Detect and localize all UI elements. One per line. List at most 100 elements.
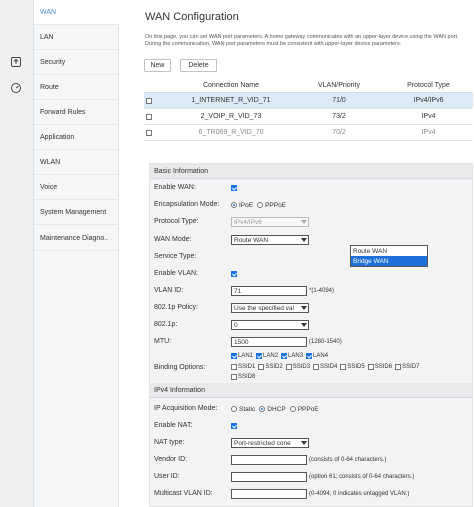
wan-mode-label: WAN Mode: <box>154 236 192 243</box>
binding-ssid8-checkbox[interactable] <box>231 374 237 380</box>
encap-pppoe-radio[interactable] <box>257 202 264 208</box>
binding-ssid7-label: SSID7 <box>402 364 420 370</box>
8021p-policy-select[interactable]: Use the specified val <box>231 303 309 313</box>
binding-ssid3-checkbox[interactable] <box>285 364 292 370</box>
chevron-down-icon <box>301 323 307 327</box>
row-checkbox[interactable] <box>146 113 152 120</box>
basic-info-header: Basic Information <box>150 164 472 179</box>
acq-dhcp-radio[interactable] <box>259 406 266 412</box>
sidebar-item-label: WLAN <box>40 158 61 166</box>
8021p-policy-value: Use the specified val <box>234 304 294 312</box>
sidebar-item-lan[interactable]: LAN <box>34 25 119 50</box>
enable-nat-label: Enable NAT: <box>154 422 193 429</box>
vlan-priority: 70/2 <box>332 129 346 136</box>
enable-vlan-checkbox[interactable] <box>231 271 237 277</box>
encap-ipoe-radio[interactable] <box>231 202 237 208</box>
user-id-input[interactable] <box>231 472 307 482</box>
vlan-id-hint: *(1-4094) <box>309 288 335 294</box>
column-header: Connection Name <box>202 82 260 89</box>
column-header: Protocol Type <box>407 82 450 89</box>
protocol-type: IPv4 <box>421 129 436 136</box>
binding-ssid1-checkbox[interactable] <box>231 364 237 370</box>
table-header: Connection Name VLAN/Priority Protocol T… <box>144 79 473 93</box>
sidebar-item-forward-rules[interactable]: Forward Rules <box>34 100 119 125</box>
service-type-label: Service Type: <box>154 253 197 260</box>
chevron-down-icon <box>301 238 307 242</box>
binding-options-label: Binding Options: <box>154 364 206 371</box>
sidebar-item-label: Forward Rules <box>40 108 86 116</box>
enable-wan-checkbox[interactable] <box>231 185 237 191</box>
chevron-down-icon <box>301 220 307 224</box>
enable-nat-checkbox[interactable] <box>231 423 237 429</box>
row-checkbox[interactable] <box>146 97 152 104</box>
page-description: On this page, you can set WAN port param… <box>145 34 459 47</box>
binding-lan2-checkbox[interactable] <box>256 353 263 359</box>
new-button[interactable]: New <box>144 59 171 72</box>
sidebar-item-route[interactable]: Route <box>34 75 119 100</box>
encap-pppoe-label: PPPoE <box>265 201 287 209</box>
sidebar-item-voice[interactable]: Voice <box>34 175 119 200</box>
acq-static-label: Static <box>239 405 256 413</box>
acq-static-radio[interactable] <box>231 406 237 412</box>
sidebar-item-label: System Management <box>40 208 107 216</box>
binding-ssid6-label: SSID6 <box>374 364 393 370</box>
nat-type-select[interactable]: Port-restricted cone <box>231 438 309 448</box>
sidebar-item-label: Route <box>40 83 59 91</box>
sidebar-item-wan[interactable]: WAN <box>34 0 119 25</box>
binding-lan1-checkbox[interactable] <box>231 353 237 359</box>
vlan-id-input[interactable]: 71 <box>231 286 307 296</box>
acq-pppoe-radio[interactable] <box>289 406 296 412</box>
vendor-id-hint: (consists of 0-64 characters.) <box>309 457 387 463</box>
8021p-select[interactable]: 0 <box>231 320 309 330</box>
chevron-down-icon <box>301 306 307 310</box>
protocol-type-select: IPv4/IPv6 <box>231 217 309 227</box>
table-row[interactable]: 1_INTERNET_R_VID_71 71/0 IPv4/IPv6 <box>144 93 473 109</box>
binding-ssid6-checkbox[interactable] <box>367 364 374 370</box>
mtu-input[interactable]: 1500 <box>231 337 307 347</box>
sidebar-item-system-management[interactable]: System Management <box>34 200 119 225</box>
binding-lan4-checkbox[interactable] <box>306 353 313 359</box>
dashboard-icon[interactable] <box>9 81 23 95</box>
binding-ssid5-checkbox[interactable] <box>340 364 347 370</box>
sidebar-item-wlan[interactable]: WLAN <box>34 150 119 175</box>
sidebar-item-label: LAN <box>40 33 54 41</box>
protocol-type-value: IPv4/IPv6 <box>234 218 262 226</box>
binding-ssid3-label: SSID3 <box>292 364 311 370</box>
vendor-id-label: Vendor ID: <box>154 456 188 463</box>
table-row[interactable]: 2_VOIP_R_VID_73 73/2 IPv4 <box>144 109 473 125</box>
sidebar-item-security[interactable]: Security <box>34 50 119 75</box>
binding-ssid5-label: SSID5 <box>347 364 365 370</box>
sidebar-item-maintenance[interactable]: Maintenance Diagno.. <box>34 226 119 251</box>
wan-mode-option-bridge[interactable]: Bridge WAN <box>351 256 427 266</box>
binding-ssid1-label: SSID1 <box>238 364 256 370</box>
user-id-label: User ID: <box>154 473 180 480</box>
binding-lan3-label: LAN3 <box>288 353 304 359</box>
chevron-down-icon <box>301 441 307 445</box>
ipv4-info-header: IPv4 Information <box>150 383 472 398</box>
row-checkbox[interactable] <box>146 129 152 136</box>
binding-ssid4-checkbox[interactable] <box>313 364 320 370</box>
upload-box-icon[interactable] <box>9 55 23 69</box>
sidebar-item-application[interactable]: Application <box>34 125 119 150</box>
delete-button[interactable]: Delete <box>180 59 217 72</box>
vlan-priority: 73/2 <box>332 113 346 120</box>
binding-ssid7-checkbox[interactable] <box>395 364 402 370</box>
wan-mode-value: Route WAN <box>234 236 269 244</box>
acq-pppoe-label: PPPoE <box>297 405 319 413</box>
encap-ipoe-label: IPoE <box>239 201 254 209</box>
icon-rail <box>0 0 34 507</box>
vlan-priority: 71/0 <box>332 97 346 104</box>
wan-mode-select[interactable]: Route WAN <box>231 235 309 245</box>
sidebar-item-label: Security <box>40 58 66 66</box>
wan-mode-option-route[interactable]: Route WAN <box>351 246 427 256</box>
connection-name: 2_VOIP_R_VID_73 <box>200 113 262 120</box>
table-row[interactable]: 6_TR069_R_VID_70 70/2 IPv4 <box>144 125 473 141</box>
wan-config-form: Basic Information Enable WAN: Encapsulat… <box>149 163 473 507</box>
multicast-vlan-input[interactable] <box>231 489 307 499</box>
binding-lan3-checkbox[interactable] <box>281 353 288 359</box>
nat-type-value: Port-restricted cone <box>234 439 291 447</box>
mtu-label: MTU: <box>154 338 172 345</box>
column-header: VLAN/Priority <box>317 82 360 89</box>
binding-ssid2-checkbox[interactable] <box>258 364 265 370</box>
vendor-id-input[interactable] <box>231 455 307 465</box>
